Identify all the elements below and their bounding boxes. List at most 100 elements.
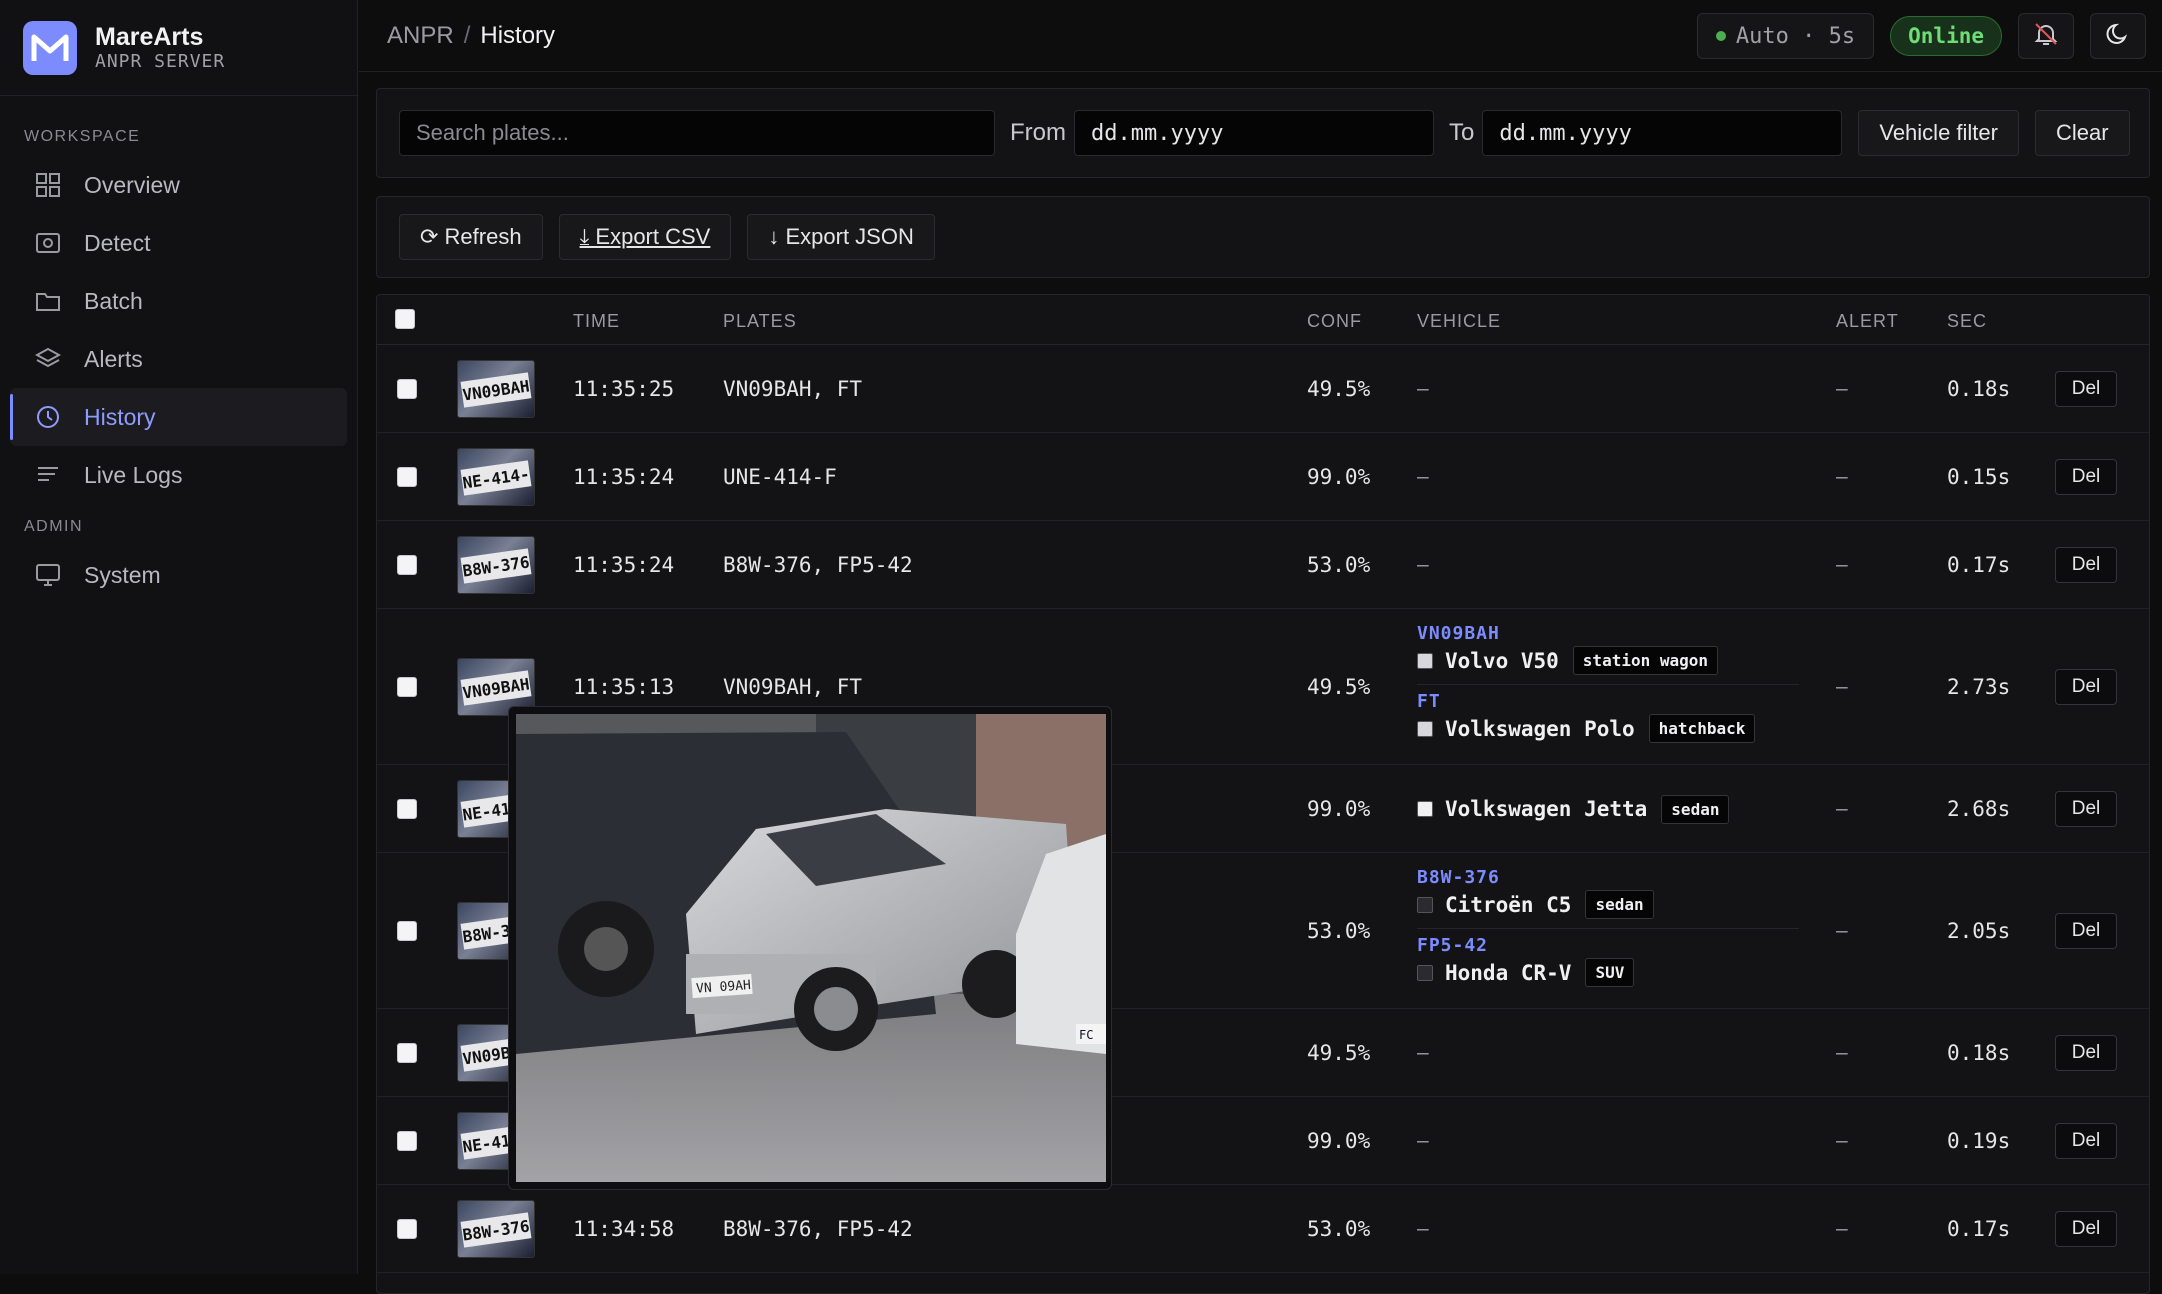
delete-button[interactable]: Del — [2055, 547, 2117, 583]
row-checkbox[interactable] — [397, 921, 417, 941]
delete-button[interactable]: Del — [2055, 913, 2117, 949]
sidebar-item-label: History — [84, 403, 156, 430]
row-checkbox[interactable] — [397, 677, 417, 697]
row-checkbox[interactable] — [397, 1219, 417, 1239]
time-cell: 11:35:25 — [573, 377, 675, 401]
delete-button[interactable]: Del — [2055, 1211, 2117, 1247]
sec-cell: 0.19s — [1947, 1129, 2011, 1153]
status-badge: Online — [1890, 16, 2002, 56]
row-checkbox[interactable] — [397, 1043, 417, 1063]
conf-cell: 53.0% — [1307, 1217, 1371, 1241]
vehicle-filter-button[interactable]: Vehicle filter — [1858, 110, 2019, 156]
delete-button[interactable]: Del — [2055, 371, 2117, 407]
header-vehicle[interactable]: VEHICLE — [1417, 311, 1501, 332]
vehicle-plate: FT — [1417, 690, 1441, 712]
search-input[interactable]: Search plates... — [399, 110, 995, 156]
delete-button[interactable]: Del — [2055, 669, 2117, 705]
header-conf[interactable]: CONF — [1307, 311, 1362, 332]
filter-bar: Search plates... From dd.mm.yyyy To dd.m… — [376, 88, 2150, 178]
admin-label: ADMIN — [24, 518, 84, 535]
theme-toggle-button[interactable] — [2090, 13, 2146, 59]
row-checkbox[interactable] — [397, 1131, 417, 1151]
delete-button[interactable]: Del — [2055, 791, 2117, 827]
sec-cell: 2.68s — [1947, 797, 2011, 821]
alert-cell: – — [1836, 919, 1848, 942]
auto-refresh-toggle[interactable]: Auto · 5s — [1696, 13, 1875, 59]
plate-thumbnail[interactable]: B8W-376 — [457, 536, 535, 594]
vehicle-type-badge: SUV — [1585, 958, 1635, 987]
plate-thumbnail[interactable]: VN09BAH — [457, 360, 535, 418]
sidebar: MareArts ANPR SERVER WORKSPACE Overview … — [0, 0, 358, 1274]
sidebar-item-live-logs[interactable]: Live Logs — [10, 446, 347, 504]
marearts-logo[interactable] — [23, 20, 77, 75]
time-cell: 11:35:13 — [573, 675, 675, 699]
sidebar-item-detect[interactable]: Detect — [10, 214, 347, 272]
list-icon — [34, 461, 62, 489]
sidebar-item-batch[interactable]: Batch — [10, 272, 347, 330]
alert-cell: – — [1836, 1129, 1848, 1152]
from-label: From — [1010, 119, 1066, 146]
refresh-button[interactable]: ⟳ Refresh — [399, 214, 543, 260]
breadcrumb-root[interactable]: ANPR — [387, 22, 454, 49]
vehicle-cell: – — [1417, 553, 1429, 576]
vehicle-cell: – — [1417, 377, 1429, 400]
brand-subtitle: ANPR SERVER — [95, 50, 226, 72]
vehicle-cell: Volkswagen Jetta sedan — [1417, 792, 1730, 826]
row-checkbox[interactable] — [397, 555, 417, 575]
vehicle-plate: VN09BAH — [1417, 622, 1500, 644]
delete-button[interactable]: Del — [2055, 1035, 2117, 1071]
header-plates[interactable]: PLATES — [723, 311, 797, 332]
from-date-input[interactable]: dd.mm.yyyy — [1074, 110, 1434, 156]
vehicle-divider — [1417, 927, 1799, 929]
camera-icon — [34, 229, 62, 257]
table-row[interactable]: VN09BAH 11:35:25 VN09BAH, FT 49.5% – – 0.18s De… — [377, 345, 2149, 433]
sidebar-item-alerts[interactable]: Alerts — [10, 330, 347, 388]
sidebar-item-system[interactable]: System — [10, 546, 347, 604]
delete-button[interactable]: Del — [2055, 1123, 2117, 1159]
vehicle-name: Citroën C5 — [1445, 892, 1572, 917]
alert-cell: – — [1836, 1041, 1848, 1064]
clear-button[interactable]: Clear — [2034, 110, 2130, 156]
conf-cell: 49.5% — [1307, 377, 1371, 401]
status-dot-icon — [1715, 31, 1726, 41]
to-label: To — [1449, 119, 1475, 146]
color-swatch — [1417, 720, 1433, 737]
color-swatch — [1417, 652, 1433, 669]
sidebar-item-history[interactable]: History — [10, 388, 347, 446]
table-row[interactable]: B8W-376 11:34:58 B8W-376, FP5-42 53.0% – – 0.1… — [377, 1185, 2149, 1273]
header-time[interactable]: TIME — [573, 311, 620, 332]
vehicle-cell: B8W-376 Citroën C5 sedan FP5-42 Honda CR-V SU… — [1417, 867, 1799, 990]
table-row[interactable]: B8W-376 11:35:24 B8W-376, FP5-42 53.0% – – 0.1… — [377, 521, 2149, 609]
export-csv-button[interactable]: ⤓ Export CSV — [558, 214, 732, 260]
select-all-checkbox[interactable] — [395, 309, 415, 329]
plate-thumbnail[interactable]: B8W-376 — [457, 1200, 535, 1258]
thumbnail-plate-text: B8W-376 — [460, 548, 532, 584]
alert-cell: – — [1836, 797, 1848, 820]
sidebar-item-overview[interactable]: Overview — [10, 156, 347, 214]
row-checkbox[interactable] — [397, 799, 417, 819]
header-sec[interactable]: SEC — [1947, 311, 1987, 332]
delete-button[interactable]: Del — [2055, 459, 2117, 495]
plate-thumbnail[interactable]: UNE-414-F — [457, 448, 535, 506]
color-swatch — [1417, 896, 1433, 913]
row-checkbox[interactable] — [397, 467, 417, 487]
monitor-icon — [34, 561, 62, 589]
grid-icon — [34, 171, 62, 199]
row-checkbox[interactable] — [397, 379, 417, 399]
folder-icon — [34, 287, 62, 315]
breadcrumb: ANPR / History — [387, 22, 555, 50]
alert-cell: – — [1836, 465, 1848, 488]
plates-cell: VN09BAH, FT — [723, 377, 863, 401]
time-cell: 11:35:24 — [573, 465, 675, 489]
table-row[interactable]: UNE-414-F 11:35:24 UNE-414-F 99.0% – – 0.15s De… — [377, 433, 2149, 521]
export-json-button[interactable]: ↓ Export JSON — [747, 214, 935, 260]
to-date-input[interactable]: dd.mm.yyyy — [1482, 110, 1843, 156]
mute-button[interactable] — [2018, 13, 2074, 59]
plates-cell: VN09BAH, FT — [723, 675, 863, 699]
thumbnail-plate-text: VN09BAH — [460, 670, 532, 706]
table-header: TIME PLATES CONF VEHICLE ALERT SEC — [377, 295, 2149, 345]
header-alert[interactable]: ALERT — [1836, 311, 1899, 332]
vehicle-cell: – — [1417, 1041, 1429, 1064]
sidebar-item-label: Overview — [84, 171, 180, 198]
vehicle-cell: – — [1417, 1129, 1429, 1152]
